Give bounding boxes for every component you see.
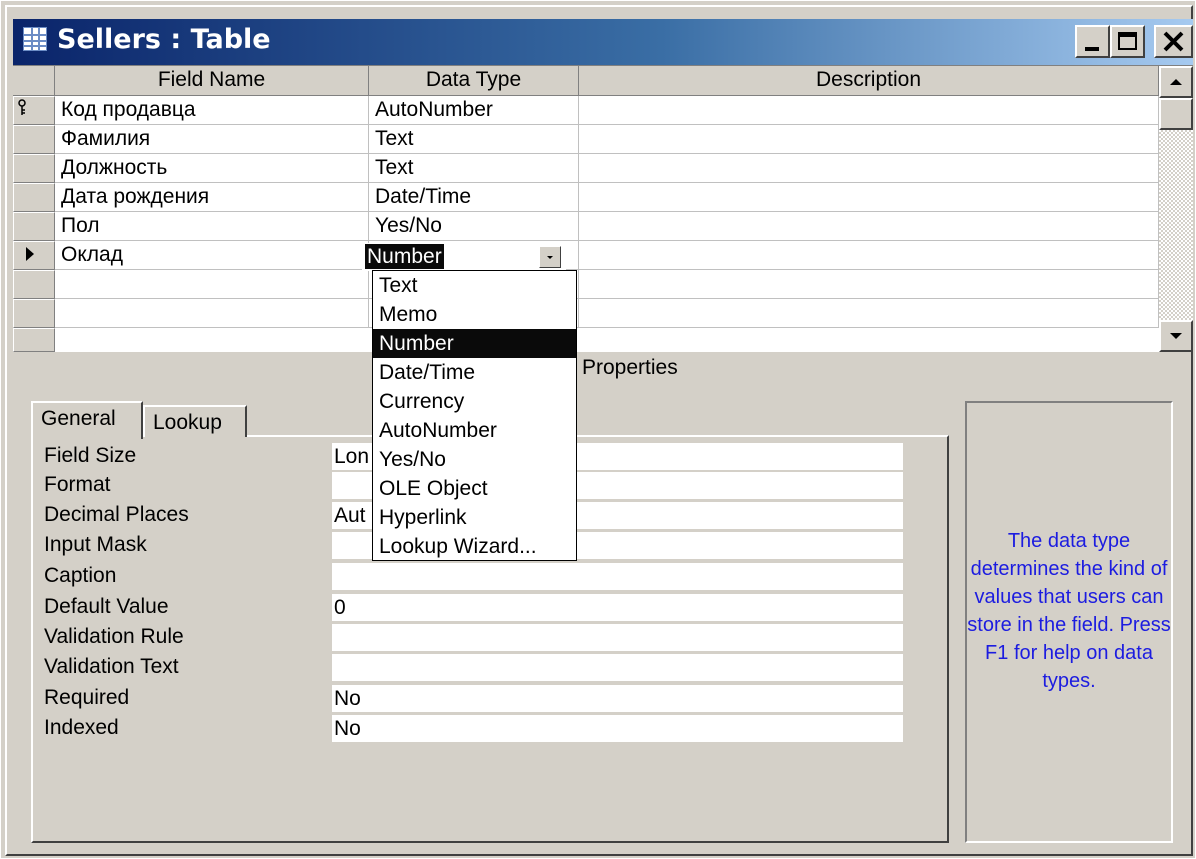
description-cell[interactable] — [579, 299, 1159, 328]
scroll-up-icon — [1170, 79, 1182, 85]
description-cell[interactable] — [579, 154, 1159, 183]
field-name-cell[interactable] — [55, 299, 369, 328]
header-description[interactable]: Description — [579, 66, 1159, 96]
property-value[interactable]: No — [332, 685, 903, 712]
vertical-scrollbar[interactable] — [1159, 66, 1193, 352]
data-type-cell[interactable]: AutoNumber — [369, 96, 579, 125]
property-value[interactable] — [332, 563, 903, 590]
field-name-cell[interactable]: Фамилия — [55, 125, 369, 154]
property-value[interactable] — [332, 654, 903, 681]
description-cell[interactable] — [579, 96, 1159, 125]
scroll-thumb[interactable] — [1159, 98, 1193, 130]
close-icon — [1163, 31, 1184, 52]
dropdown-option[interactable]: Currency — [373, 387, 576, 416]
data-type-dropdown-list[interactable]: Text Memo Number Date/Time Currency Auto… — [372, 270, 577, 561]
close-button[interactable] — [1154, 25, 1193, 58]
key-icon — [18, 99, 26, 115]
property-value[interactable] — [332, 624, 903, 651]
help-pane: The data type determines the kind of val… — [965, 401, 1173, 843]
row-selector[interactable] — [13, 241, 55, 270]
dropdown-arrow-icon — [547, 256, 553, 259]
tab-lookup[interactable]: Lookup — [143, 405, 247, 437]
dropdown-button[interactable] — [539, 246, 561, 268]
dropdown-option[interactable]: Text — [373, 271, 576, 300]
dropdown-option[interactable]: Yes/No — [373, 445, 576, 474]
field-name-cell[interactable]: Пол — [55, 212, 369, 241]
field-name-cell[interactable] — [55, 270, 369, 299]
dropdown-option[interactable]: Lookup Wizard... — [373, 532, 576, 561]
data-type-cell[interactable]: Text — [369, 125, 579, 154]
maximize-icon — [1118, 32, 1137, 50]
property-label: Field Size — [44, 444, 137, 467]
row-selector[interactable] — [13, 299, 55, 328]
header-field-name[interactable]: Field Name — [55, 66, 369, 96]
record-pointer-icon — [26, 247, 34, 261]
field-grid: Field Name Data Type Description Код про… — [13, 65, 1193, 352]
description-cell[interactable] — [579, 183, 1159, 212]
property-label: Caption — [44, 564, 117, 587]
window-title: Sellers : Table — [57, 24, 271, 55]
dropdown-option[interactable]: Hyperlink — [373, 503, 576, 532]
maximize-button[interactable] — [1110, 25, 1145, 58]
dropdown-option[interactable]: Memo — [373, 300, 576, 329]
scroll-down-icon — [1170, 333, 1182, 339]
property-label: Indexed — [44, 716, 119, 739]
description-cell[interactable] — [579, 270, 1159, 299]
dropdown-option[interactable]: OLE Object — [373, 474, 576, 503]
data-type-cell[interactable]: Date/Time — [369, 183, 579, 212]
property-label: Validation Rule — [44, 625, 184, 648]
property-label: Required — [44, 686, 130, 709]
field-name-cell[interactable]: Оклад — [55, 241, 369, 270]
data-type-combo-value[interactable]: Number — [365, 244, 444, 269]
dropdown-option[interactable]: Date/Time — [373, 358, 576, 387]
data-type-combo[interactable]: Number — [362, 243, 566, 271]
description-cell[interactable] — [579, 241, 1159, 270]
row-selector[interactable] — [13, 183, 55, 212]
scroll-down-button[interactable] — [1159, 320, 1193, 352]
property-value[interactable]: No — [332, 715, 903, 742]
dropdown-option[interactable]: AutoNumber — [373, 416, 576, 445]
data-type-cell[interactable]: Text — [369, 154, 579, 183]
header-data-type[interactable]: Data Type — [369, 66, 579, 96]
row-selector[interactable] — [13, 212, 55, 241]
row-selector[interactable] — [13, 270, 55, 299]
row-selector-header — [13, 66, 55, 96]
row-selector[interactable] — [13, 154, 55, 183]
minimize-icon — [1085, 47, 1099, 51]
data-type-cell[interactable]: Yes/No — [369, 212, 579, 241]
property-label: Decimal Places — [44, 503, 189, 526]
row-selector[interactable] — [13, 125, 55, 154]
description-cell[interactable] — [579, 212, 1159, 241]
scroll-up-button[interactable] — [1159, 66, 1193, 98]
tab-general[interactable]: General — [31, 401, 143, 439]
field-name-cell[interactable]: Дата рождения — [55, 183, 369, 212]
field-name-cell[interactable]: Код продавца — [55, 96, 369, 125]
help-text: The data type determines the kind of val… — [967, 530, 1171, 692]
minimize-button[interactable] — [1075, 25, 1110, 58]
property-label: Default Value — [44, 595, 169, 618]
field-name-cell[interactable]: Должность — [55, 154, 369, 183]
property-label: Format — [44, 473, 111, 496]
title-bar[interactable]: Sellers : Table — [13, 19, 1193, 65]
property-label: Validation Text — [44, 655, 179, 678]
table-icon — [23, 27, 47, 51]
description-cell[interactable] — [579, 125, 1159, 154]
table-design-window: Sellers : Table Field Name Data Type Des… — [0, 0, 1196, 859]
row-selector[interactable] — [13, 328, 55, 352]
dropdown-option-selected[interactable]: Number — [373, 329, 576, 358]
property-label: Input Mask — [44, 533, 147, 556]
property-value[interactable]: 0 — [332, 594, 903, 621]
field-properties-label: Properties — [582, 356, 678, 379]
row-selector[interactable] — [13, 96, 55, 125]
